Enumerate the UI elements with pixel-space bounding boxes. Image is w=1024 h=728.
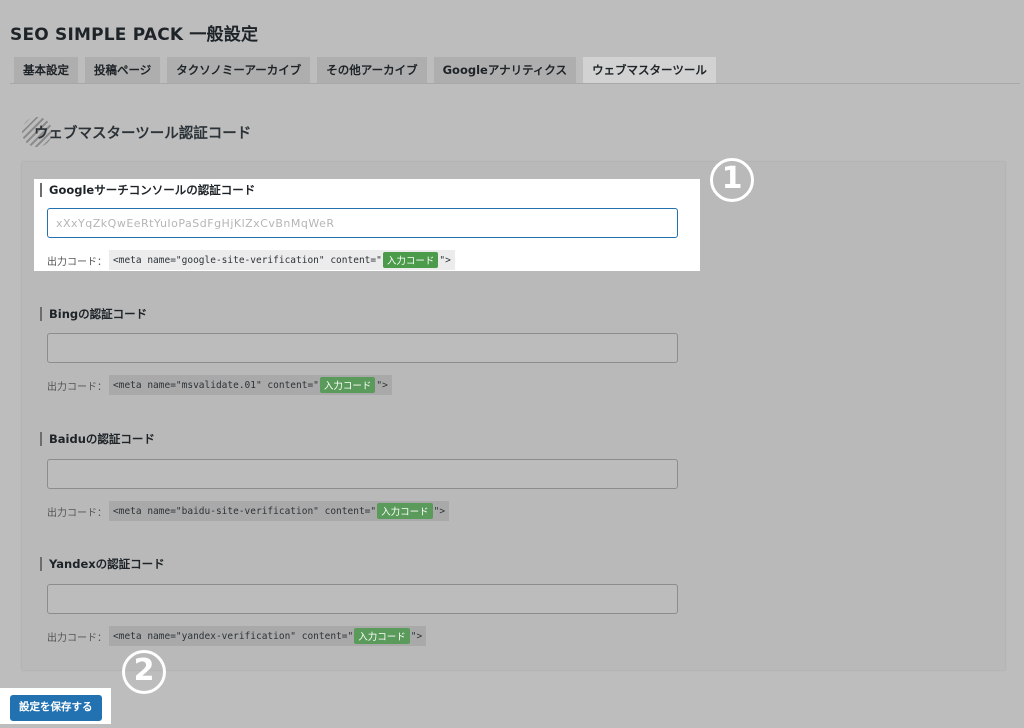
code-suffix: "> xyxy=(376,379,388,391)
output-code-row-yandex: 出力コード： <meta name="yandex-verification" … xyxy=(47,626,427,646)
field-label-baidu: Baiduの認証コード xyxy=(40,432,155,446)
tab-webmaster-tools[interactable]: ウェブマスターツール xyxy=(583,57,716,83)
field-yandex: Yandexの認証コード 出力コード： <meta name="yandex-v… xyxy=(34,555,700,647)
field-label-bing: Bingの認証コード xyxy=(40,307,147,321)
code-prefix: <meta name="yandex-verification" content… xyxy=(113,630,354,642)
yandex-verification-input[interactable] xyxy=(47,584,678,614)
annotation-badge-two: 2 xyxy=(122,650,166,694)
code-prefix: <meta name="baidu-site-verification" con… xyxy=(113,505,377,517)
tabs-divider xyxy=(10,83,1020,84)
field-label-google: Googleサーチコンソールの認証コード xyxy=(40,183,255,197)
code-input-tag: 入力コード xyxy=(377,503,433,519)
output-code-label: 出力コード： xyxy=(47,256,107,268)
output-code-snippet: <meta name="google-site-verification" co… xyxy=(109,250,455,270)
code-input-tag: 入力コード xyxy=(382,252,439,268)
page-title: SEO SIMPLE PACK 一般設定 xyxy=(10,25,259,45)
baidu-verification-input[interactable] xyxy=(47,459,678,489)
output-code-snippet: <meta name="msvalidate.01" content=" 入力コ… xyxy=(109,375,392,395)
tab-post-page[interactable]: 投稿ページ xyxy=(85,57,161,83)
output-code-snippet: <meta name="baidu-site-verification" con… xyxy=(109,501,450,521)
tab-bar: 基本設定 投稿ページ タクソノミーアーカイブ その他アーカイブ Googleアナ… xyxy=(14,57,716,83)
save-settings-button[interactable]: 設定を保存する xyxy=(10,695,102,721)
field-bing: Bingの認証コード 出力コード： <meta name="msvalidate… xyxy=(34,304,700,396)
code-input-tag: 入力コード xyxy=(354,628,410,644)
code-suffix: "> xyxy=(439,254,451,266)
section-heading-text: ウェブマスターツール認証コード xyxy=(34,125,252,142)
code-suffix: "> xyxy=(410,630,423,642)
output-code-snippet: <meta name="yandex-verification" content… xyxy=(109,626,427,646)
save-button-highlight: 設定を保存する xyxy=(0,688,111,724)
annotation-badge-one: 1 xyxy=(710,158,754,202)
code-suffix: "> xyxy=(433,505,446,517)
output-code-label: 出力コード： xyxy=(47,507,107,519)
section-heading: ウェブマスターツール認証コード xyxy=(22,116,251,148)
bing-verification-input[interactable] xyxy=(47,333,678,363)
tab-other-archive[interactable]: その他アーカイブ xyxy=(317,57,427,83)
tab-taxonomy-archive[interactable]: タクソノミーアーカイブ xyxy=(167,57,311,83)
output-code-label: 出力コード： xyxy=(47,381,107,393)
output-code-label: 出力コード： xyxy=(47,632,107,644)
output-code-row-google: 出力コード： <meta name="google-site-verificat… xyxy=(47,250,455,270)
field-label-yandex: Yandexの認証コード xyxy=(40,557,165,571)
field-google: Googleサーチコンソールの認証コード 出力コード： <meta name="… xyxy=(34,179,700,271)
tab-basic-settings[interactable]: 基本設定 xyxy=(14,57,78,83)
code-prefix: <meta name="msvalidate.01" content=" xyxy=(113,379,319,391)
google-verification-input[interactable] xyxy=(47,208,678,238)
code-prefix: <meta name="google-site-verification" co… xyxy=(113,254,382,266)
output-code-row-bing: 出力コード： <meta name="msvalidate.01" conten… xyxy=(47,375,392,395)
output-code-row-baidu: 出力コード： <meta name="baidu-site-verificati… xyxy=(47,501,450,521)
tab-google-analytics[interactable]: Googleアナリティクス xyxy=(433,57,577,83)
field-baidu: Baiduの認証コード 出力コード： <meta name="baidu-sit… xyxy=(34,430,700,522)
code-input-tag: 入力コード xyxy=(319,377,376,393)
